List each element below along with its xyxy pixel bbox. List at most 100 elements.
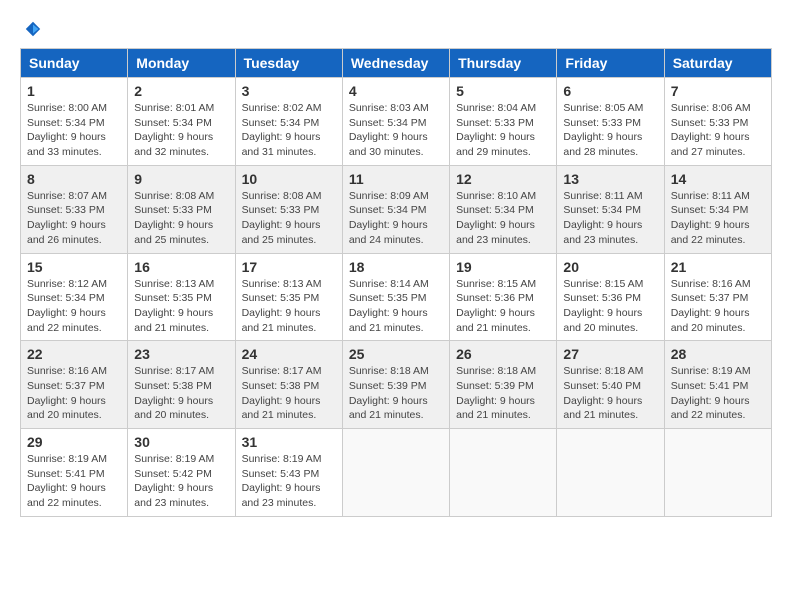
day-number: 25	[349, 346, 443, 362]
calendar-cell: 6 Sunrise: 8:05 AMSunset: 5:33 PMDaylight…	[557, 78, 664, 166]
calendar-cell: 12Sunrise: 8:10 AMSunset: 5:34 PMDayligh…	[450, 165, 557, 253]
day-info: Sunrise: 8:04 AMSunset: 5:33 PMDaylight:…	[456, 102, 536, 158]
day-number: 23	[134, 346, 228, 362]
calendar-cell: 8 Sunrise: 8:07 AMSunset: 5:33 PMDaylight…	[21, 165, 128, 253]
calendar-cell: 13 Sunrise: 8:11 AMSunset: 5:34 PMDayligh…	[557, 165, 664, 253]
day-info: Sunrise: 8:17 AMSunset: 5:38 PMDaylight:…	[242, 365, 322, 421]
day-info: Sunrise: 8:03 AMSunset: 5:34 PMDaylight:…	[349, 102, 429, 158]
day-number: 27	[563, 346, 657, 362]
calendar-header-row: SundayMondayTuesdayWednesdayThursdayFrid…	[21, 49, 772, 78]
day-info: Sunrise: 8:15 AMSunset: 5:36 PMDaylight:…	[563, 278, 643, 334]
day-info: Sunrise: 8:18 AMSunset: 5:40 PMDaylight:…	[563, 365, 643, 421]
day-number: 10	[242, 171, 336, 187]
day-info: Sunrise: 8:19 AMSunset: 5:41 PMDaylight:…	[671, 365, 751, 421]
day-number: 11	[349, 171, 443, 187]
calendar-cell: 9 Sunrise: 8:08 AMSunset: 5:33 PMDaylight…	[128, 165, 235, 253]
day-number: 6	[563, 83, 657, 99]
day-number: 29	[27, 434, 121, 450]
calendar-table: SundayMondayTuesdayWednesdayThursdayFrid…	[20, 48, 772, 517]
calendar-cell: 4 Sunrise: 8:03 AMSunset: 5:34 PMDaylight…	[342, 78, 449, 166]
day-number: 9	[134, 171, 228, 187]
day-header-saturday: Saturday	[664, 49, 771, 78]
calendar-cell: 16 Sunrise: 8:13 AMSunset: 5:35 PMDayligh…	[128, 253, 235, 341]
day-info: Sunrise: 8:02 AMSunset: 5:34 PMDaylight:…	[242, 102, 322, 158]
day-header-thursday: Thursday	[450, 49, 557, 78]
day-info: Sunrise: 8:19 AMSunset: 5:42 PMDaylight:…	[134, 453, 214, 509]
calendar-cell: 7 Sunrise: 8:06 AMSunset: 5:33 PMDaylight…	[664, 78, 771, 166]
day-number: 30	[134, 434, 228, 450]
day-info: Sunrise: 8:17 AMSunset: 5:38 PMDaylight:…	[134, 365, 214, 421]
day-info: Sunrise: 8:08 AMSunset: 5:33 PMDaylight:…	[242, 190, 322, 246]
calendar-cell: 5 Sunrise: 8:04 AMSunset: 5:33 PMDaylight…	[450, 78, 557, 166]
calendar-cell: 14Sunrise: 8:11 AMSunset: 5:34 PMDayligh…	[664, 165, 771, 253]
calendar-cell: 15 Sunrise: 8:12 AMSunset: 5:34 PMDayligh…	[21, 253, 128, 341]
calendar-cell: 24 Sunrise: 8:17 AMSunset: 5:38 PMDayligh…	[235, 341, 342, 429]
calendar-cell: 18 Sunrise: 8:14 AMSunset: 5:35 PMDayligh…	[342, 253, 449, 341]
logo	[20, 20, 42, 38]
calendar-week-row: 29 Sunrise: 8:19 AMSunset: 5:41 PMDayligh…	[21, 429, 772, 517]
calendar-cell: 19 Sunrise: 8:15 AMSunset: 5:36 PMDayligh…	[450, 253, 557, 341]
day-number: 16	[134, 259, 228, 275]
calendar-cell	[557, 429, 664, 517]
day-number: 24	[242, 346, 336, 362]
calendar-cell: 10 Sunrise: 8:08 AMSunset: 5:33 PMDayligh…	[235, 165, 342, 253]
calendar-cell: 25 Sunrise: 8:18 AMSunset: 5:39 PMDayligh…	[342, 341, 449, 429]
day-header-tuesday: Tuesday	[235, 49, 342, 78]
day-info: Sunrise: 8:01 AMSunset: 5:34 PMDaylight:…	[134, 102, 214, 158]
calendar-cell: 11 Sunrise: 8:09 AMSunset: 5:34 PMDayligh…	[342, 165, 449, 253]
day-info: Sunrise: 8:13 AMSunset: 5:35 PMDaylight:…	[242, 278, 322, 334]
day-info: Sunrise: 8:16 AMSunset: 5:37 PMDaylight:…	[671, 278, 751, 334]
day-number: 18	[349, 259, 443, 275]
day-number: 20	[563, 259, 657, 275]
calendar-cell: 2Sunrise: 8:01 AMSunset: 5:34 PMDaylight…	[128, 78, 235, 166]
calendar-cell: 30 Sunrise: 8:19 AMSunset: 5:42 PMDayligh…	[128, 429, 235, 517]
day-number: 15	[27, 259, 121, 275]
day-number: 5	[456, 83, 550, 99]
day-number: 1	[27, 83, 121, 99]
day-number: 4	[349, 83, 443, 99]
calendar-cell: 31 Sunrise: 8:19 AMSunset: 5:43 PMDayligh…	[235, 429, 342, 517]
day-number: 21	[671, 259, 765, 275]
day-info: Sunrise: 8:09 AMSunset: 5:34 PMDaylight:…	[349, 190, 429, 246]
day-header-monday: Monday	[128, 49, 235, 78]
day-info: Sunrise: 8:19 AMSunset: 5:41 PMDaylight:…	[27, 453, 107, 509]
day-number: 19	[456, 259, 550, 275]
calendar-cell: 29 Sunrise: 8:19 AMSunset: 5:41 PMDayligh…	[21, 429, 128, 517]
day-info: Sunrise: 8:19 AMSunset: 5:43 PMDaylight:…	[242, 453, 322, 509]
calendar-cell	[342, 429, 449, 517]
day-number: 17	[242, 259, 336, 275]
page-header	[20, 20, 772, 38]
day-info: Sunrise: 8:11 AMSunset: 5:34 PMDaylight:…	[563, 190, 642, 246]
day-number: 7	[671, 83, 765, 99]
calendar-cell	[664, 429, 771, 517]
day-info: Sunrise: 8:08 AMSunset: 5:33 PMDaylight:…	[134, 190, 214, 246]
day-info: Sunrise: 8:15 AMSunset: 5:36 PMDaylight:…	[456, 278, 536, 334]
day-number: 3	[242, 83, 336, 99]
calendar-week-row: 1 Sunrise: 8:00 AMSunset: 5:34 PMDaylight…	[21, 78, 772, 166]
calendar-cell: 26Sunrise: 8:18 AMSunset: 5:39 PMDayligh…	[450, 341, 557, 429]
day-header-wednesday: Wednesday	[342, 49, 449, 78]
day-info: Sunrise: 8:06 AMSunset: 5:33 PMDaylight:…	[671, 102, 751, 158]
day-number: 13	[563, 171, 657, 187]
calendar-cell: 28Sunrise: 8:19 AMSunset: 5:41 PMDayligh…	[664, 341, 771, 429]
logo-icon	[24, 20, 42, 38]
calendar-week-row: 15 Sunrise: 8:12 AMSunset: 5:34 PMDayligh…	[21, 253, 772, 341]
day-number: 8	[27, 171, 121, 187]
day-info: Sunrise: 8:12 AMSunset: 5:34 PMDaylight:…	[27, 278, 107, 334]
day-info: Sunrise: 8:14 AMSunset: 5:35 PMDaylight:…	[349, 278, 429, 334]
day-info: Sunrise: 8:07 AMSunset: 5:33 PMDaylight:…	[27, 190, 107, 246]
day-info: Sunrise: 8:11 AMSunset: 5:34 PMDaylight:…	[671, 190, 750, 246]
day-info: Sunrise: 8:13 AMSunset: 5:35 PMDaylight:…	[134, 278, 214, 334]
calendar-cell: 1 Sunrise: 8:00 AMSunset: 5:34 PMDaylight…	[21, 78, 128, 166]
day-info: Sunrise: 8:00 AMSunset: 5:34 PMDaylight:…	[27, 102, 107, 158]
day-number: 31	[242, 434, 336, 450]
calendar-week-row: 22Sunrise: 8:16 AMSunset: 5:37 PMDayligh…	[21, 341, 772, 429]
day-info: Sunrise: 8:18 AMSunset: 5:39 PMDaylight:…	[349, 365, 429, 421]
calendar-cell: 21 Sunrise: 8:16 AMSunset: 5:37 PMDayligh…	[664, 253, 771, 341]
day-info: Sunrise: 8:05 AMSunset: 5:33 PMDaylight:…	[563, 102, 643, 158]
day-header-friday: Friday	[557, 49, 664, 78]
calendar-cell: 3 Sunrise: 8:02 AMSunset: 5:34 PMDaylight…	[235, 78, 342, 166]
calendar-cell: 22Sunrise: 8:16 AMSunset: 5:37 PMDayligh…	[21, 341, 128, 429]
calendar-cell: 17 Sunrise: 8:13 AMSunset: 5:35 PMDayligh…	[235, 253, 342, 341]
day-info: Sunrise: 8:16 AMSunset: 5:37 PMDaylight:…	[27, 365, 107, 421]
